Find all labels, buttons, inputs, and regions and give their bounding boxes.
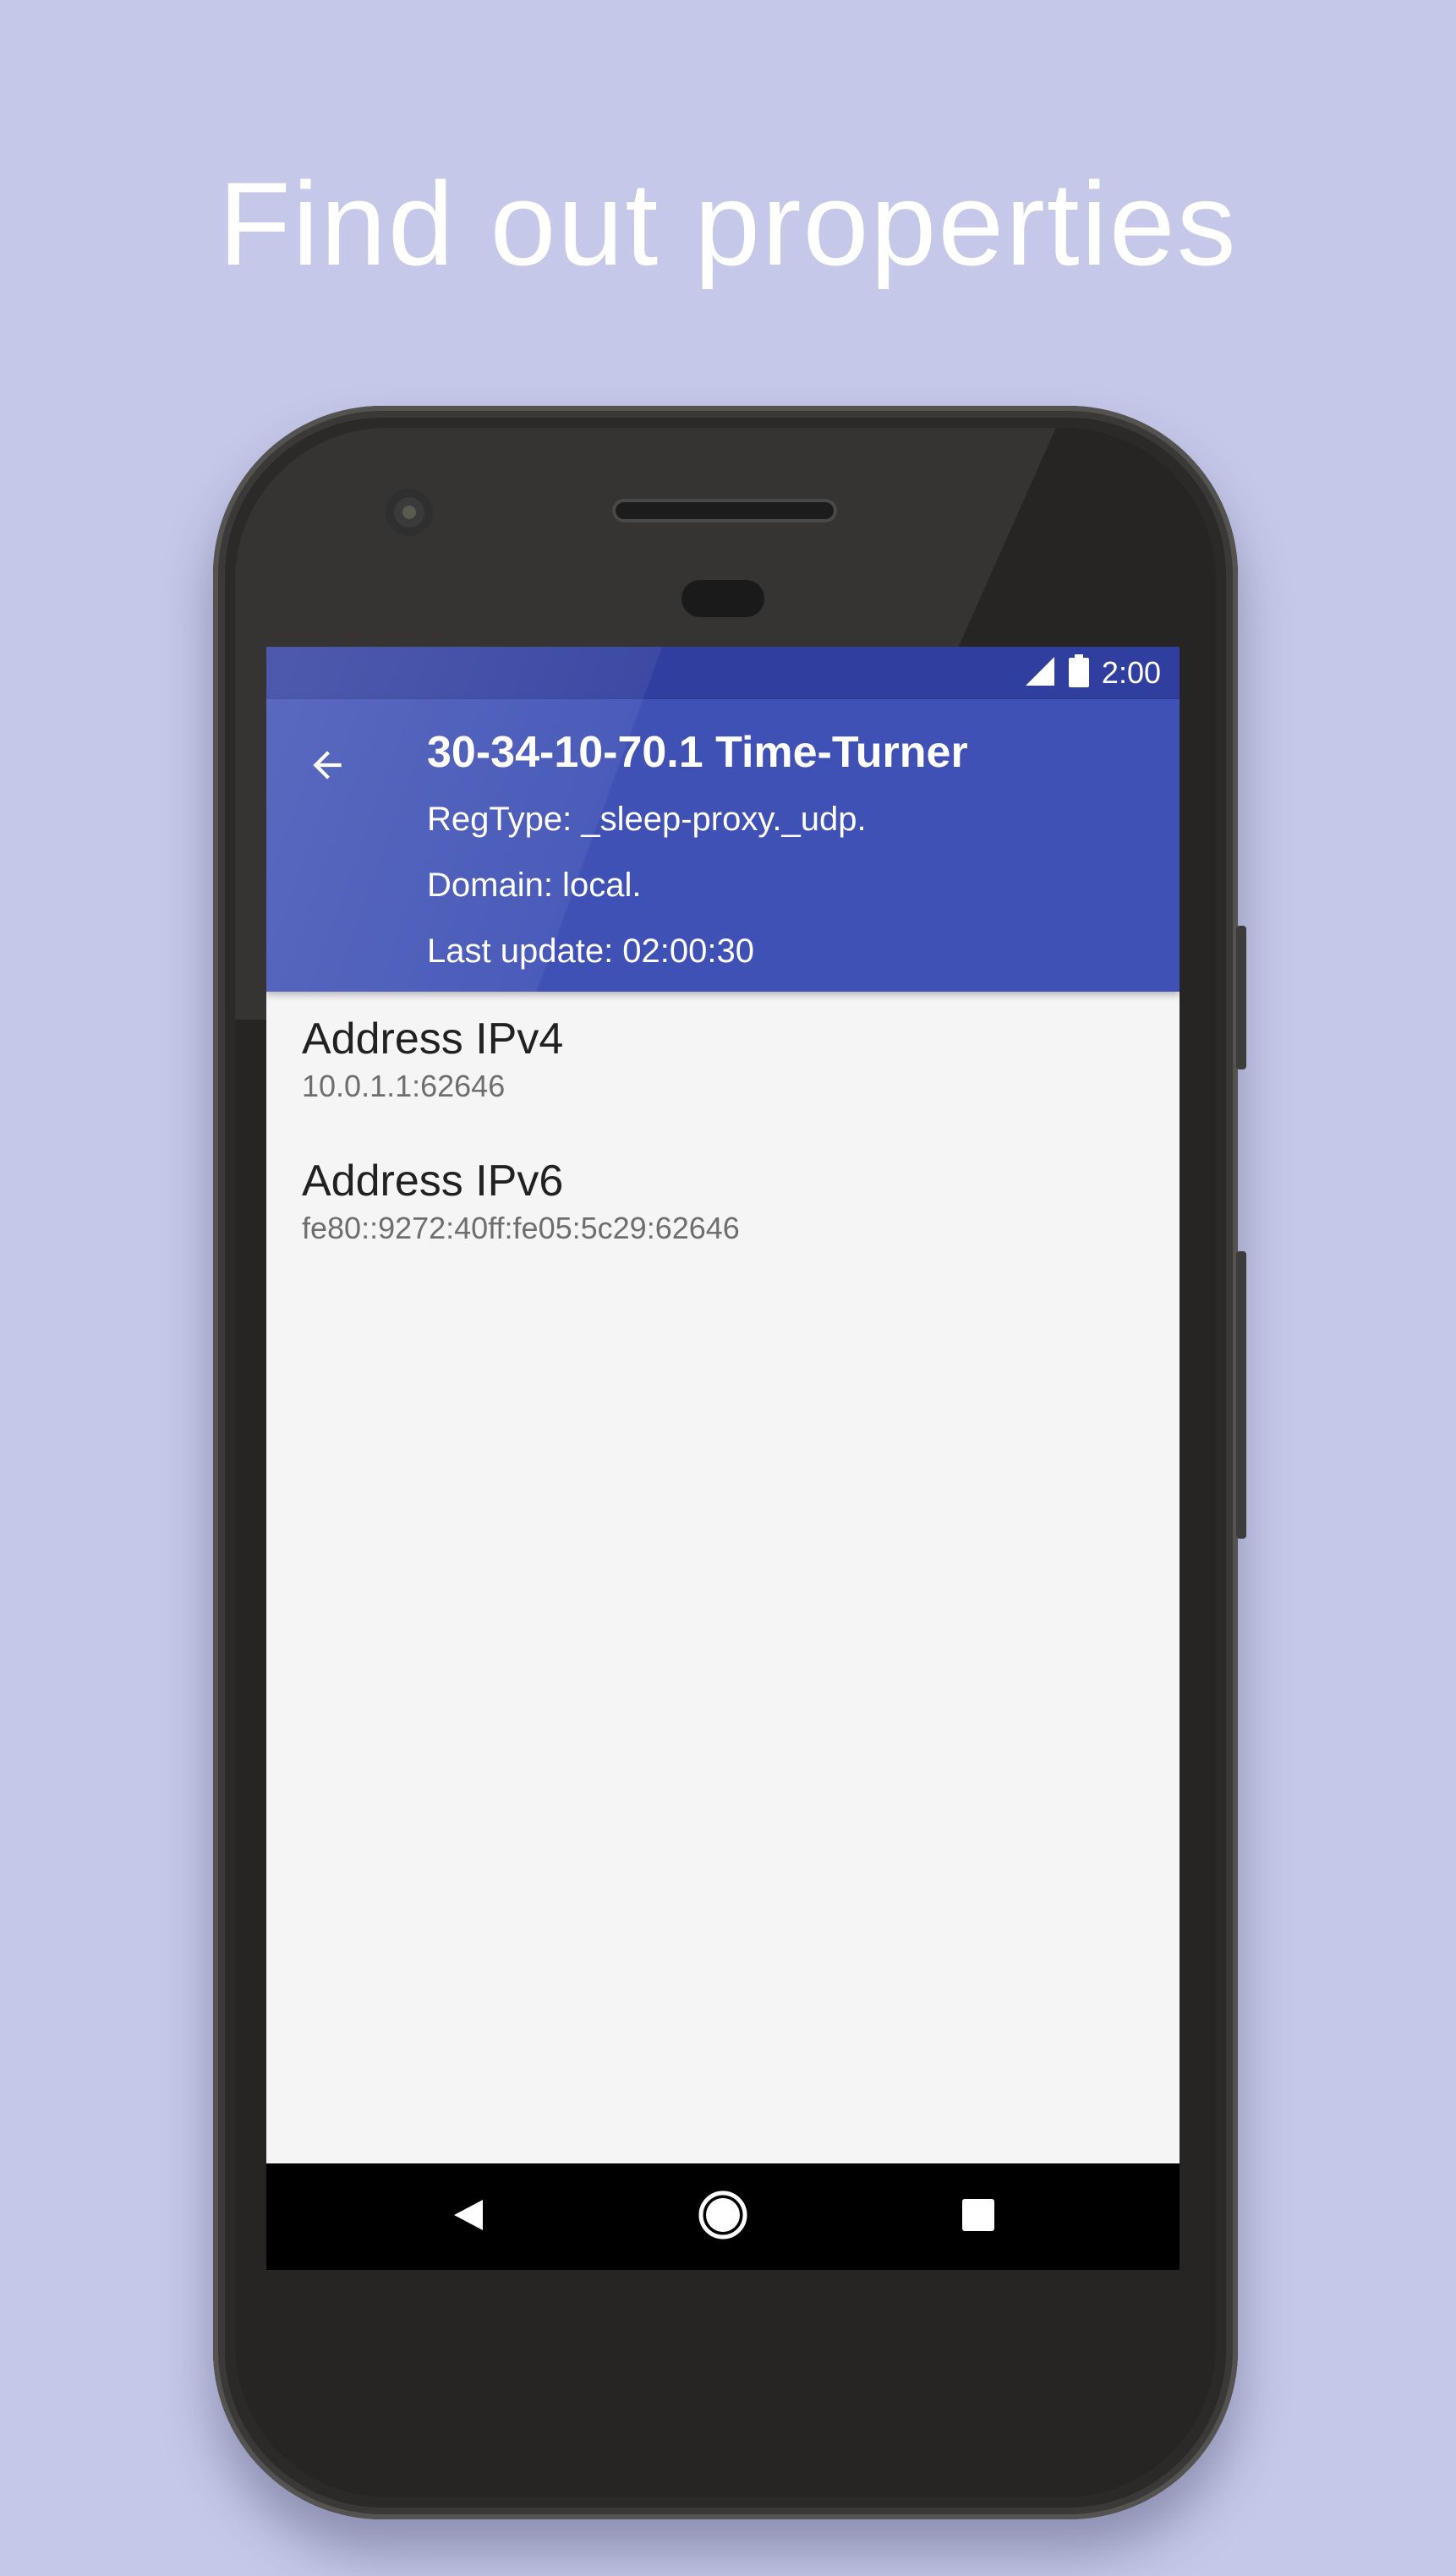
domain-text: Domain: local. bbox=[427, 867, 642, 904]
proximity-sensor bbox=[681, 580, 764, 617]
status-bar: 2:00 bbox=[266, 647, 1180, 699]
last-update-text: Last update: 02:00:30 bbox=[427, 933, 754, 970]
navigation-bar bbox=[266, 2163, 1180, 2270]
nav-back-button[interactable] bbox=[442, 2191, 493, 2242]
list-item[interactable]: Address IPv6 fe80::9272:40ff:fe05:5c29:6… bbox=[302, 1154, 740, 1249]
earpiece-speaker bbox=[612, 499, 837, 522]
recents-nav-icon bbox=[961, 2197, 996, 2237]
regtype-text: RegType: _sleep-proxy._udp. bbox=[427, 801, 867, 838]
page-title: 30-34-10-70.1 Time-Turner bbox=[427, 728, 968, 777]
signal-icon bbox=[1024, 655, 1056, 692]
headline: Find out properties bbox=[218, 157, 1238, 290]
volume-button bbox=[1236, 926, 1246, 1069]
property-label: Address IPv6 bbox=[302, 1157, 564, 1206]
battery-icon bbox=[1068, 654, 1090, 692]
front-camera bbox=[386, 489, 433, 536]
nav-home-button[interactable] bbox=[698, 2190, 748, 2245]
property-label: Address IPv4 bbox=[302, 1015, 564, 1064]
app-bar: 30-34-10-70.1 Time-Turner RegType: _slee… bbox=[266, 699, 1180, 992]
power-button bbox=[1236, 1251, 1246, 1539]
phone-screen: 2:00 30-34-10-70.1 Time-Turner RegType: … bbox=[266, 647, 1180, 2270]
back-button[interactable] bbox=[297, 736, 358, 797]
nav-recents-button[interactable] bbox=[953, 2191, 1004, 2242]
home-nav-icon bbox=[698, 2190, 748, 2245]
property-value: 10.0.1.1:62646 bbox=[302, 1069, 506, 1103]
arrow-back-icon bbox=[306, 744, 348, 790]
back-nav-icon bbox=[449, 2196, 486, 2238]
list-item[interactable]: Address IPv4 10.0.1.1:62646 bbox=[302, 1012, 563, 1107]
status-time: 2:00 bbox=[1101, 655, 1161, 690]
property-value: fe80::9272:40ff:fe05:5c29:62646 bbox=[302, 1211, 740, 1245]
